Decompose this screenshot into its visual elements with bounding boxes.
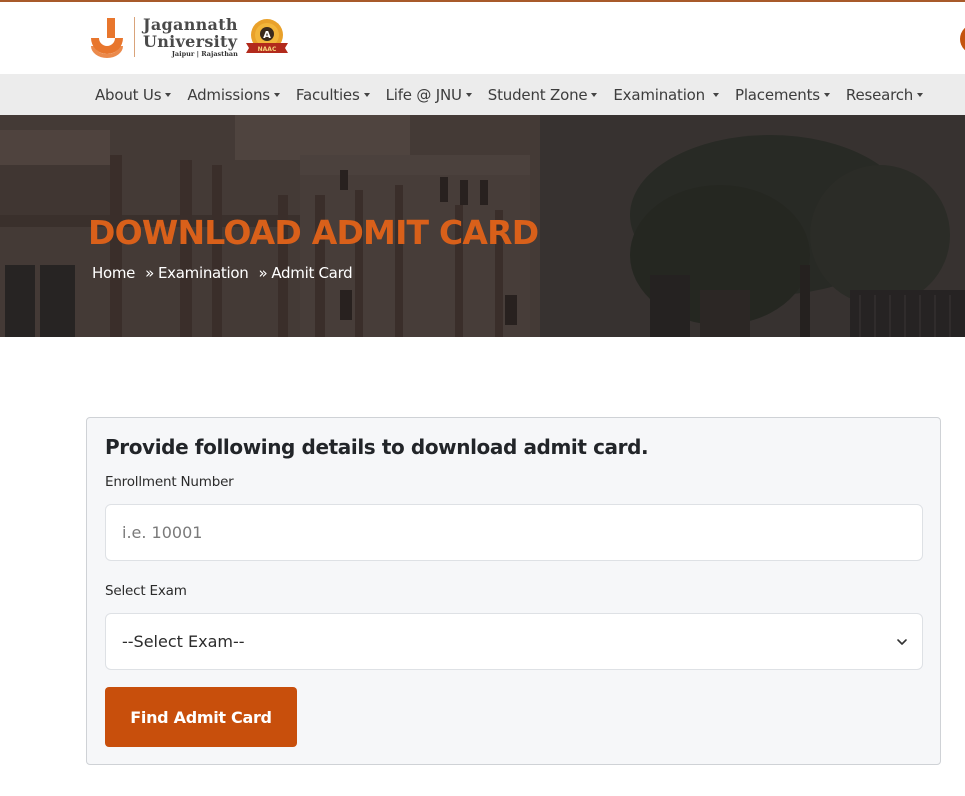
nav-label: Examination [613, 85, 705, 104]
breadcrumb-examination-link[interactable]: Examination [158, 264, 249, 282]
enrollment-number-label: Enrollment Number [105, 474, 234, 490]
breadcrumb-separator: » [145, 264, 154, 282]
caret-down-icon [591, 93, 598, 97]
caret-down-icon [273, 93, 280, 97]
admit-card-form: Provide following details to download ad… [86, 417, 941, 765]
nav-item-admissions[interactable]: Admissions [187, 86, 280, 104]
header-action-button[interactable] [960, 24, 965, 54]
jnu-j-logo-icon [91, 18, 123, 58]
caret-down-icon [465, 93, 472, 97]
find-admit-card-button[interactable]: Find Admit Card [105, 687, 297, 747]
naac-grade: A [263, 30, 271, 41]
nav-label: Placements [734, 85, 820, 104]
site-header: Jagannath University Jaipur | Rajasthan … [0, 2, 965, 74]
nav-label: Admissions [187, 85, 270, 104]
main-navigation: About Us Admissions Faculties Life @ JNU… [0, 74, 965, 115]
logo-divider [134, 17, 135, 57]
nav-item-placements[interactable]: Placements [735, 86, 830, 104]
nav-label: Faculties [295, 85, 360, 104]
caret-down-icon [712, 93, 719, 97]
select-exam-label: Select Exam [105, 583, 187, 599]
chevron-down-icon [897, 639, 907, 645]
university-logo[interactable]: Jagannath University Jaipur | Rajasthan … [88, 14, 292, 60]
logo-name-line1: Jagannath [143, 15, 238, 35]
breadcrumb-home-link[interactable]: Home [92, 264, 135, 282]
select-exam-dropdown[interactable]: --Select Exam-- [105, 613, 923, 670]
naac-label: NAAC [258, 46, 277, 53]
nav-label: Life @ JNU [385, 85, 462, 104]
logo-text: Jagannath University Jaipur | Rajasthan [143, 16, 238, 58]
logo-name-line2: University [143, 32, 238, 52]
breadcrumb-current: Admit Card [271, 264, 353, 282]
page-title: DOWNLOAD ADMIT CARD [88, 213, 539, 252]
logo-location: Jaipur | Rajasthan [171, 50, 238, 59]
nav-item-research[interactable]: Research [845, 85, 924, 104]
form-title: Provide following details to download ad… [105, 435, 649, 459]
nav-item-life-at-jnu[interactable]: Life @ JNU [386, 86, 472, 104]
nav-label: About Us [95, 85, 162, 104]
select-exam-value: --Select Exam-- [122, 632, 245, 651]
enrollment-number-field[interactable] [105, 504, 923, 561]
breadcrumb-separator: » [258, 264, 268, 282]
naac-badge-icon: A NAAC [245, 19, 288, 53]
nav-label: Student Zone [487, 85, 588, 104]
nav-item-student-zone[interactable]: Student Zone [488, 86, 598, 104]
nav-item-examination[interactable]: Examination [613, 86, 719, 104]
nav-label: Research [845, 85, 914, 104]
caret-down-icon [363, 93, 370, 97]
caret-down-icon [917, 93, 924, 97]
enrollment-number-input[interactable] [122, 523, 922, 542]
caret-down-icon [823, 93, 830, 97]
nav-item-faculties[interactable]: Faculties [296, 86, 370, 104]
nav-item-about-us[interactable]: About Us [95, 85, 172, 104]
caret-down-icon [165, 93, 172, 97]
breadcrumb: Home » Examination » Admit Card [92, 264, 353, 282]
